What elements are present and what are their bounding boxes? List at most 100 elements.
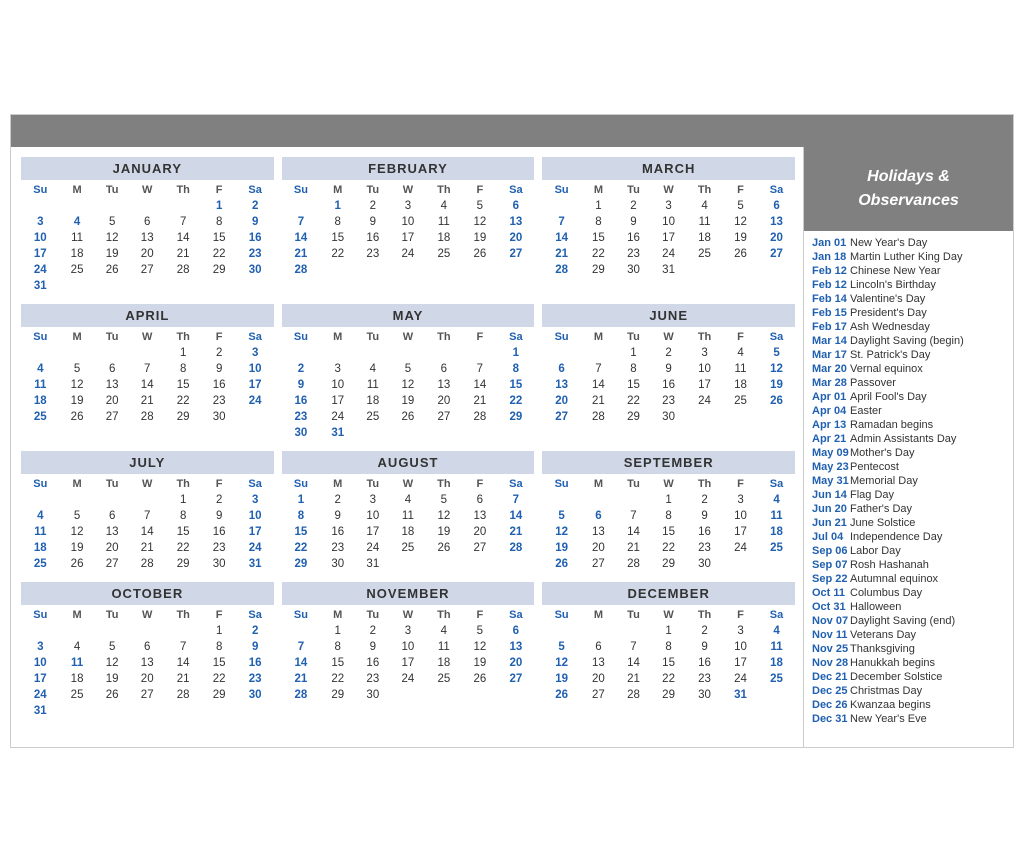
holiday-date: Sep 06 (812, 545, 850, 557)
cal-cell: 18 (355, 393, 390, 409)
cal-cell (165, 198, 202, 214)
cal-cell: 5 (462, 198, 497, 214)
cal-cell: 9 (355, 639, 390, 655)
day-header-th: Th (165, 607, 202, 623)
cal-cell: 13 (130, 230, 165, 246)
cal-table: SuMTuWThFSa12345678910111213141516171819… (542, 607, 795, 703)
day-header-tu: Tu (95, 607, 130, 623)
cal-cell (237, 278, 274, 294)
cal-cell: 21 (165, 671, 202, 687)
cal-cell: 1 (497, 345, 534, 361)
day-header-m: M (60, 329, 95, 345)
holiday-item: Nov 28Hanukkah begins (812, 657, 1005, 669)
cal-cell: 28 (542, 262, 581, 278)
holiday-name: Columbus Day (850, 587, 922, 599)
cal-cell: 27 (130, 262, 165, 278)
cal-cell: 14 (282, 655, 321, 671)
cal-cell (723, 556, 758, 572)
holiday-date: Dec 31 (812, 713, 850, 725)
holiday-item: Apr 01April Fool's Day (812, 391, 1005, 403)
holiday-item: Feb 12Lincoln's Birthday (812, 279, 1005, 291)
cal-cell: 19 (542, 671, 581, 687)
cal-cell: 29 (320, 687, 355, 703)
day-header-tu: Tu (616, 607, 651, 623)
day-header-w: W (390, 476, 425, 492)
holiday-name: Pentecost (850, 461, 899, 473)
cal-cell: 29 (165, 556, 202, 572)
cal-cell: 30 (237, 687, 274, 703)
cal-cell (60, 703, 95, 719)
day-header-m: M (320, 607, 355, 623)
cal-cell: 11 (723, 361, 758, 377)
cal-cell: 2 (237, 198, 274, 214)
cal-cell: 7 (130, 508, 165, 524)
cal-cell: 16 (686, 524, 723, 540)
cal-cell (60, 345, 95, 361)
holiday-date: Apr 21 (812, 433, 850, 445)
day-header-sa: Sa (497, 329, 534, 345)
cal-cell: 7 (130, 361, 165, 377)
day-header-f: F (202, 182, 237, 198)
holiday-date: Apr 04 (812, 405, 850, 417)
cal-cell: 13 (95, 377, 130, 393)
cal-cell: 30 (320, 556, 355, 572)
cal-cell: 16 (202, 524, 237, 540)
day-header-tu: Tu (355, 329, 390, 345)
cal-cell: 23 (237, 246, 274, 262)
cal-cell: 1 (202, 623, 237, 639)
cal-cell: 31 (320, 425, 355, 441)
holiday-name: New Year's Eve (850, 713, 927, 725)
cal-cell: 8 (616, 361, 651, 377)
cal-cell: 22 (165, 393, 202, 409)
day-header-m: M (320, 182, 355, 198)
cal-cell (202, 278, 237, 294)
cal-cell: 28 (497, 540, 534, 556)
cal-cell: 4 (758, 492, 795, 508)
day-header-tu: Tu (355, 607, 390, 623)
holiday-name: Mother's Day (850, 447, 914, 459)
cal-cell (425, 345, 462, 361)
cal-cell: 18 (60, 671, 95, 687)
cal-cell (686, 262, 723, 278)
day-header-th: Th (425, 182, 462, 198)
holiday-item: Nov 11Veterans Day (812, 629, 1005, 641)
cal-cell: 8 (202, 639, 237, 655)
cal-cell: 6 (95, 361, 130, 377)
cal-cell: 27 (581, 687, 616, 703)
holiday-item: Oct 11Columbus Day (812, 587, 1005, 599)
holiday-date: Jun 14 (812, 489, 850, 501)
holiday-date: May 31 (812, 475, 850, 487)
holiday-item: May 09Mother's Day (812, 447, 1005, 459)
cal-cell: 15 (165, 377, 202, 393)
cal-cell: 6 (497, 623, 534, 639)
month-title: APRIL (21, 304, 274, 327)
cal-cell: 23 (355, 246, 390, 262)
cal-cell: 14 (581, 377, 616, 393)
cal-cell: 12 (462, 214, 497, 230)
month-title: JULY (21, 451, 274, 474)
cal-cell: 1 (282, 492, 321, 508)
day-header-sa: Sa (758, 329, 795, 345)
cal-cell (581, 345, 616, 361)
cal-cell: 26 (542, 687, 581, 703)
cal-cell: 6 (95, 508, 130, 524)
day-header-sa: Sa (758, 607, 795, 623)
day-header-su: Su (282, 607, 321, 623)
day-header-th: Th (165, 476, 202, 492)
month-title: SEPTEMBER (542, 451, 795, 474)
cal-cell: 22 (282, 540, 321, 556)
cal-cell (425, 556, 462, 572)
sidebar: Holidays &Observances Jan 01New Year's D… (803, 147, 1013, 747)
cal-cell: 29 (202, 262, 237, 278)
calendar-container: JANUARYSuMTuWThFSa1234567891011121314151… (10, 114, 1014, 748)
holiday-name: Admin Assistants Day (850, 433, 956, 445)
cal-cell: 10 (21, 655, 60, 671)
cal-cell (758, 687, 795, 703)
cal-cell: 26 (542, 556, 581, 572)
cal-cell: 17 (651, 230, 686, 246)
cal-cell: 10 (686, 361, 723, 377)
cal-cell: 26 (462, 246, 497, 262)
cal-cell (758, 262, 795, 278)
cal-cell: 17 (355, 524, 390, 540)
cal-cell (390, 425, 425, 441)
